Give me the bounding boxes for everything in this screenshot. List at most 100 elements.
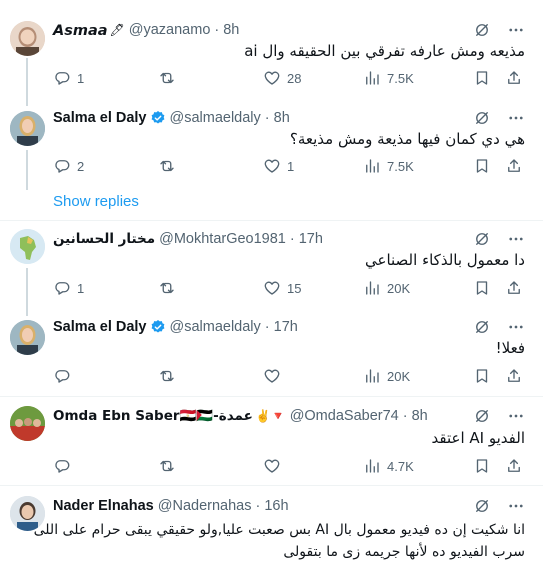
handle[interactable]: @MokhtarGeo1981 [159, 231, 286, 247]
views-button[interactable]: 7.5K [363, 157, 414, 175]
reply-button[interactable]: 2 [53, 157, 84, 175]
timestamp[interactable]: 8h [274, 110, 290, 126]
share-icon [505, 457, 523, 475]
more-icon[interactable] [507, 318, 525, 336]
handle[interactable]: @salmaeldaly [170, 319, 261, 335]
more-icon[interactable] [507, 21, 525, 39]
reply-button[interactable] [53, 367, 71, 385]
like-button[interactable] [263, 367, 281, 385]
retweet-button[interactable] [158, 367, 176, 385]
tweet-actions: 1 28 7.5K [53, 68, 525, 88]
views-icon [363, 157, 381, 175]
more-icon[interactable] [507, 497, 525, 515]
display-name[interactable]: 𝘼𝙨𝙢𝙖𝙖 [53, 22, 108, 39]
divider [0, 220, 543, 221]
divider [0, 396, 543, 397]
views-icon [363, 69, 381, 87]
more-icon[interactable] [507, 230, 525, 248]
handle[interactable]: @yazanamo [129, 22, 211, 38]
handle[interactable]: @salmaeldaly [170, 110, 261, 126]
avatar[interactable] [10, 21, 45, 56]
retweet-button[interactable] [158, 157, 176, 175]
display-name[interactable]: Salma el Daly [53, 319, 147, 335]
share-icon [505, 279, 523, 297]
tweet-text-line-1: انا شكيت إن ده فيديو معمول بال AI بس صعب… [33, 522, 525, 538]
share-button[interactable] [505, 279, 523, 297]
tweet-header: Omda Ebn Saber🇪🇬🇵🇸-عمدة ✌️🔻 @OmdaSaber74… [53, 408, 428, 424]
show-replies-link[interactable]: Show replies [53, 193, 139, 210]
display-name[interactable]: Omda Ebn Saber🇪🇬🇵🇸-عمدة [53, 408, 253, 424]
tweet-header: Nader Elnahas @Nadernahas · 16h [53, 498, 289, 514]
like-button[interactable]: 15 [263, 279, 301, 297]
tweet-header: Salma el Daly @salmaeldaly · 17h [53, 319, 298, 335]
share-button[interactable] [505, 367, 523, 385]
timestamp[interactable]: 16h [264, 498, 288, 514]
bookmark-button[interactable] [473, 367, 491, 385]
views-button[interactable]: 20K [363, 279, 410, 297]
more-icon[interactable] [507, 109, 525, 127]
views-button[interactable]: 7.5K [363, 69, 414, 87]
grok-icon[interactable] [473, 407, 491, 425]
timestamp[interactable]: 17h [274, 319, 298, 335]
bookmark-button[interactable] [473, 457, 491, 475]
bookmark-icon [473, 457, 491, 475]
grok-icon[interactable] [473, 109, 491, 127]
avatar[interactable] [10, 111, 45, 146]
like-icon [263, 367, 281, 385]
bookmark-button[interactable] [473, 157, 491, 175]
thread-line [26, 150, 28, 190]
timestamp[interactable]: 8h [223, 22, 239, 38]
display-name[interactable]: Nader Elnahas [53, 498, 154, 514]
more-icon[interactable] [507, 407, 525, 425]
display-name[interactable]: مختار الحسانين [53, 231, 155, 247]
views-button[interactable]: 20K [363, 367, 410, 385]
like-icon [263, 69, 281, 87]
reply-button[interactable] [53, 457, 71, 475]
thread-line [26, 268, 28, 316]
avatar[interactable] [10, 229, 45, 264]
like-button[interactable]: 1 [263, 157, 294, 175]
like-button[interactable]: 28 [263, 69, 301, 87]
reply-button[interactable]: 1 [53, 69, 84, 87]
avatar[interactable] [10, 406, 45, 441]
handle[interactable]: @OmdaSaber74 [290, 408, 399, 424]
views-button[interactable]: 4.7K [363, 457, 414, 475]
tweet-text: الفديو AI اعتقد [431, 429, 525, 447]
bookmark-icon [473, 367, 491, 385]
grok-icon[interactable] [473, 318, 491, 336]
like-button[interactable] [263, 457, 281, 475]
tweet-actions: 4.7K [53, 456, 525, 476]
grok-icon[interactable] [473, 230, 491, 248]
bookmark-button[interactable] [473, 279, 491, 297]
name-emoji: 🖊 [109, 23, 125, 37]
timestamp[interactable]: 8h [412, 408, 428, 424]
tweet-header: مختار الحسانين @MokhtarGeo1981 · 17h [53, 231, 323, 247]
name-emoji: ✌️🔻 [255, 409, 286, 423]
tweet-top-actions [473, 109, 525, 127]
avatar[interactable] [10, 320, 45, 355]
tweet-text-line-2: سرب الفيديو ده لأنها جريمه زى ما بتقولى [283, 544, 525, 560]
reply-icon [53, 157, 71, 175]
reply-icon [53, 457, 71, 475]
like-icon [263, 279, 281, 297]
display-name[interactable]: Salma el Daly [53, 110, 147, 126]
tweet-header: 𝘼𝙨𝙢𝙖𝙖 🖊 @yazanamo · 8h [53, 21, 240, 39]
retweet-button[interactable] [158, 279, 176, 297]
retweet-button[interactable] [158, 457, 176, 475]
grok-icon[interactable] [473, 21, 491, 39]
share-button[interactable] [505, 157, 523, 175]
tweet-top-actions [473, 497, 525, 515]
handle[interactable]: @Nadernahas [158, 498, 252, 514]
tweet-text: مذيعه ومش عارفه تفرقي بين الحقيقه وال ai [244, 42, 525, 60]
timestamp[interactable]: 17h [299, 231, 323, 247]
bookmark-icon [473, 157, 491, 175]
share-button[interactable] [505, 69, 523, 87]
reply-button[interactable]: 1 [53, 279, 84, 297]
share-icon [505, 367, 523, 385]
verified-badge-icon [150, 110, 166, 126]
share-button[interactable] [505, 457, 523, 475]
divider [0, 485, 543, 486]
retweet-button[interactable] [158, 69, 176, 87]
grok-icon[interactable] [473, 497, 491, 515]
bookmark-button[interactable] [473, 69, 491, 87]
